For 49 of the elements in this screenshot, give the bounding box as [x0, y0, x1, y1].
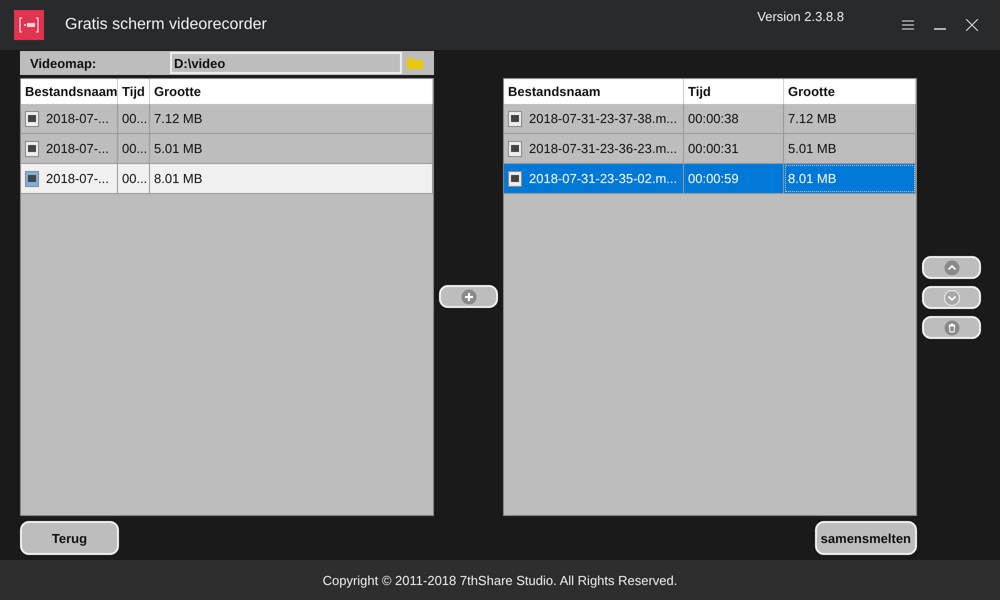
chevron-up-icon [944, 260, 960, 276]
window-title: Gratis scherm videorecorder [65, 16, 268, 34]
table-cell: 2018-07-31-23-35-02.m... [504, 164, 684, 193]
move-up-button[interactable] [922, 256, 981, 279]
rec-logo-icon [14, 10, 44, 40]
video-file-icon [508, 140, 522, 156]
folder-path-field[interactable]: D:\video [170, 52, 402, 74]
menu-icon[interactable] [902, 20, 914, 30]
copyright-text: Copyright © 2011-2018 7thShare Studio. All Rights Reserved. [322, 572, 678, 588]
table-cell: 00:00:38 [684, 104, 784, 133]
file-row[interactable]: 2018-07-... 00... 8.01 MB [21, 164, 433, 194]
table-cell: 7.12 MB [150, 104, 433, 133]
video-file-icon [25, 110, 39, 126]
video-file-icon [508, 110, 522, 126]
table-cell: 2018-07-31-23-37-38.m... [504, 104, 684, 133]
table-cell: 00... [118, 134, 150, 163]
table-cell: 8.01 MB [150, 164, 433, 193]
delete-button[interactable] [922, 316, 981, 339]
table-cell: 5.01 MB [784, 134, 916, 163]
table-cell: 00... [118, 164, 150, 193]
back-button[interactable]: Terug [20, 521, 119, 555]
plus-circle-icon [460, 288, 476, 304]
table-cell: 2018-07-31-23-36-23.m... [504, 134, 684, 163]
merge-button[interactable]: samensmelten [814, 521, 917, 555]
table-cell: 7.12 MB [784, 104, 916, 133]
file-row[interactable]: 2018-07-... 00... 5.01 MB [21, 134, 433, 164]
table-cell: 00... [118, 104, 150, 133]
folder-icon [407, 57, 423, 69]
video-file-icon [508, 170, 522, 186]
table-cell: 2018-07-... [21, 104, 118, 133]
table-cell: 2018-07-... [21, 134, 118, 163]
video-file-icon [25, 140, 39, 156]
table-cell: 8.01 MB [784, 164, 916, 193]
file-row[interactable]: 2018-07-... 00... 7.12 MB [21, 104, 433, 134]
trash-icon [944, 320, 960, 336]
file-row[interactable]: 2018-07-31-23-37-38.m... 00:00:38 7.12 MB [504, 104, 916, 134]
table-cell: 5.01 MB [150, 134, 433, 163]
close-icon[interactable] [966, 19, 978, 31]
file-row[interactable]: 2018-07-31-23-35-02.m... 00:00:59 8.01 MB [504, 164, 916, 194]
add-button[interactable] [439, 285, 498, 308]
table-cell: 2018-07-... [21, 164, 118, 193]
move-down-button[interactable] [922, 286, 981, 309]
chevron-down-icon [944, 290, 960, 306]
video-file-icon [25, 170, 39, 186]
table-cell: 00:00:59 [684, 164, 784, 193]
table-cell: 00:00:31 [684, 134, 784, 163]
file-row[interactable]: 2018-07-31-23-36-23.m... 00:00:31 5.01 MB [504, 134, 916, 164]
version-label: Version 2.3.8.8 [757, 9, 844, 24]
folder-label: Videomap: [29, 56, 98, 70]
